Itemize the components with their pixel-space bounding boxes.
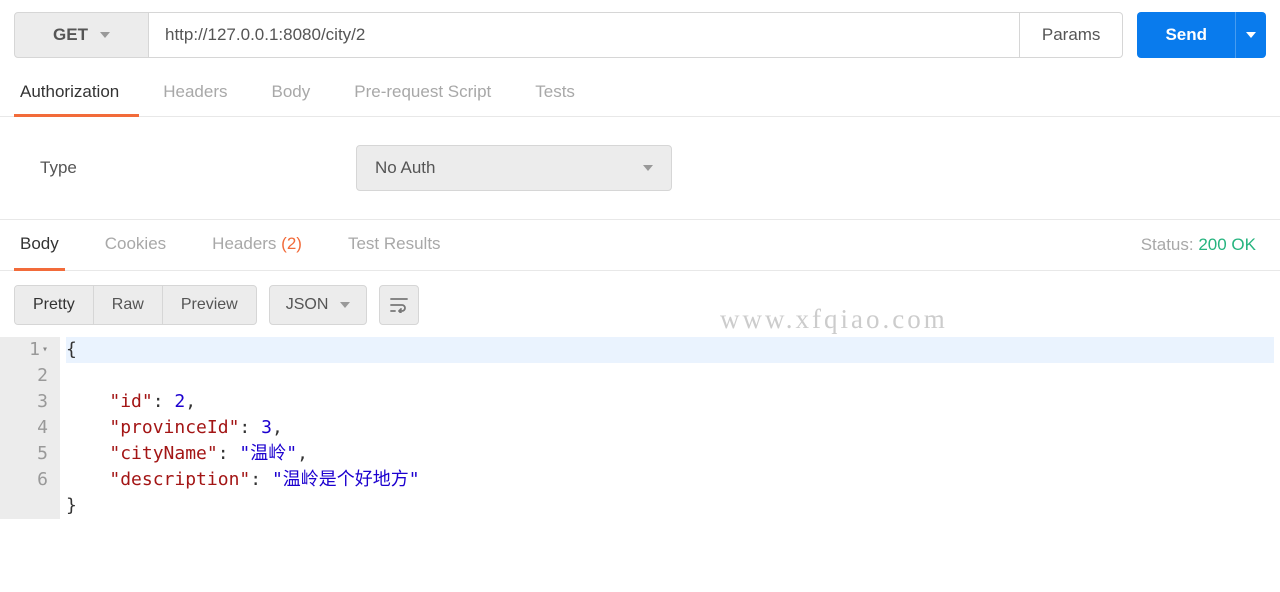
status-label: Status: xyxy=(1141,235,1194,254)
line-gutter: 1▾ 2 3 4 5 6 xyxy=(0,337,60,519)
line-number: 6 xyxy=(12,467,52,493)
tab-response-body[interactable]: Body xyxy=(14,220,65,270)
response-headers-count: (2) xyxy=(281,234,302,253)
auth-type-label: Type xyxy=(40,158,356,178)
tab-authorization[interactable]: Authorization xyxy=(14,70,139,116)
authorization-panel: Type No Auth xyxy=(0,117,1280,220)
response-body-code: 1▾ 2 3 4 5 6 { "id": 2, "provinceId": 3,… xyxy=(0,337,1280,519)
view-pretty-button[interactable]: Pretty xyxy=(15,286,94,324)
tab-response-headers[interactable]: Headers (2) xyxy=(206,220,308,270)
format-select[interactable]: JSON xyxy=(269,285,368,325)
response-headers-label: Headers xyxy=(212,234,276,253)
view-preview-button[interactable]: Preview xyxy=(163,286,256,324)
fold-icon[interactable]: ▾ xyxy=(42,337,48,363)
line-number: 5 xyxy=(12,441,52,467)
tab-tests[interactable]: Tests xyxy=(529,70,595,116)
http-method-select[interactable]: GET xyxy=(14,12,149,58)
code-content[interactable]: { "id": 2, "provinceId": 3, "cityName": … xyxy=(60,337,1280,519)
auth-type-select[interactable]: No Auth xyxy=(356,145,672,191)
wrap-icon xyxy=(390,297,408,313)
line-number: 2 xyxy=(12,363,52,389)
wrap-lines-button[interactable] xyxy=(379,285,419,325)
send-group: Send xyxy=(1137,12,1266,58)
tab-body[interactable]: Body xyxy=(266,70,331,116)
params-button[interactable]: Params xyxy=(1020,12,1124,58)
chevron-down-icon xyxy=(1246,32,1256,38)
tab-cookies[interactable]: Cookies xyxy=(99,220,172,270)
http-method-label: GET xyxy=(53,25,88,45)
chevron-down-icon xyxy=(340,302,350,308)
send-dropdown-button[interactable] xyxy=(1235,12,1266,58)
status-block: Status: 200 OK xyxy=(1141,235,1266,255)
tab-test-results[interactable]: Test Results xyxy=(342,220,447,270)
chevron-down-icon xyxy=(100,32,110,38)
tab-headers[interactable]: Headers xyxy=(157,70,247,116)
view-raw-button[interactable]: Raw xyxy=(94,286,163,324)
line-number: 4 xyxy=(12,415,52,441)
format-label: JSON xyxy=(286,296,329,314)
status-code: 200 OK xyxy=(1198,235,1256,254)
request-bar: GET Params Send xyxy=(0,0,1280,70)
response-tabs: Body Cookies Headers (2) Test Results St… xyxy=(0,220,1280,271)
chevron-down-icon xyxy=(643,165,653,171)
auth-type-value: No Auth xyxy=(375,158,436,178)
line-number: 3 xyxy=(12,389,52,415)
request-tabs: Authorization Headers Body Pre-request S… xyxy=(0,70,1280,117)
line-number: 1▾ xyxy=(12,337,52,363)
tab-pre-request-script[interactable]: Pre-request Script xyxy=(348,70,511,116)
view-mode-group: Pretty Raw Preview xyxy=(14,285,257,325)
response-body-toolbar: Pretty Raw Preview JSON xyxy=(0,271,1280,337)
send-button[interactable]: Send xyxy=(1137,12,1235,58)
url-input[interactable] xyxy=(149,12,1020,58)
